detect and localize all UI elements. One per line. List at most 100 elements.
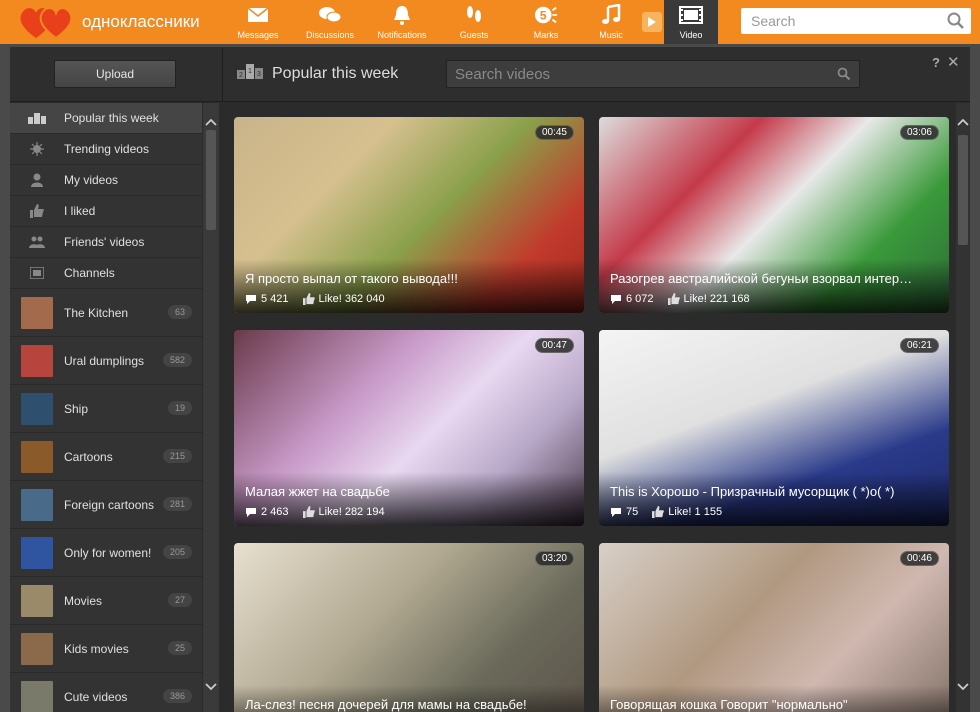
- channel-count-badge: 281: [162, 497, 192, 511]
- svg-text:3: 3: [257, 71, 261, 78]
- video-card[interactable]: 03:06 Разогрев австралийской бегуньи взо…: [599, 117, 949, 313]
- channel-label: Only for women!: [64, 545, 152, 560]
- channel-item[interactable]: Movies 27: [10, 577, 202, 625]
- channel-label: Cute videos: [64, 689, 128, 704]
- likes-stat[interactable]: Like! 362 040: [302, 293, 385, 305]
- likes-stat[interactable]: Like! 282 194: [302, 506, 385, 518]
- thumbs-up-icon: [667, 293, 680, 305]
- close-button[interactable]: ✕: [947, 53, 960, 71]
- chat-icon: [318, 3, 342, 27]
- sidebar: Popular this week Trending videos My vid…: [10, 103, 202, 712]
- sidebar-item-label: Friends' videos: [64, 235, 145, 249]
- upload-button[interactable]: Upload: [54, 60, 176, 88]
- top-bar: одноклассники Messages Discussions Notif…: [0, 0, 980, 44]
- nav-music[interactable]: Music: [582, 0, 640, 44]
- brand-name: одноклассники: [82, 12, 200, 31]
- nav-label: Notifications: [377, 30, 427, 40]
- like-count: Like! 362 040: [318, 293, 385, 305]
- people-icon: [10, 236, 64, 248]
- podium-icon: [10, 112, 64, 124]
- channel-count-badge: 582: [162, 353, 192, 367]
- comments-stat[interactable]: 2 463: [245, 506, 289, 518]
- nav-messages[interactable]: Messages: [222, 0, 294, 44]
- sidebar-item-label: Channels: [64, 266, 115, 280]
- logo[interactable]: одноклассники: [18, 4, 218, 40]
- comments-stat[interactable]: 5 421: [245, 293, 289, 305]
- scroll-down-arrow-icon[interactable]: [957, 680, 969, 694]
- nav-marks[interactable]: 5 Marks: [510, 0, 582, 44]
- video-card[interactable]: 03:20 Ла-слез! песня дочерей для мамы на…: [234, 543, 584, 712]
- likes-stat[interactable]: Like! 221 168: [667, 293, 750, 305]
- channel-thumbnail: [21, 680, 53, 712]
- film-icon: [679, 3, 703, 27]
- channel-item[interactable]: The Kitchen 63: [10, 289, 202, 337]
- nav-label: Messages: [237, 30, 279, 40]
- comments-stat[interactable]: 6 072: [610, 293, 654, 305]
- channel-item[interactable]: Only for women! 205: [10, 529, 202, 577]
- svg-text:1: 1: [248, 68, 252, 75]
- nav-label: Music: [599, 30, 623, 40]
- channel-item[interactable]: Cartoons 215: [10, 433, 202, 481]
- video-card[interactable]: 00:46 Говорящая кошка Говорит "нормально…: [599, 543, 949, 712]
- channel-item[interactable]: Cute videos 386: [10, 673, 202, 712]
- channel-count-badge: 386: [162, 689, 192, 703]
- sidebar-item-popular-this-week[interactable]: Popular this week: [10, 103, 202, 134]
- scroll-down-arrow-icon[interactable]: [205, 680, 217, 694]
- nav-label: Video: [679, 30, 703, 40]
- sun-icon: [10, 142, 64, 156]
- channel-item[interactable]: Ural dumplings 582: [10, 337, 202, 385]
- sidebar-item-i-liked[interactable]: I liked: [10, 196, 202, 227]
- scroll-up-arrow-icon[interactable]: [957, 115, 969, 129]
- video-search-input[interactable]: [447, 61, 827, 87]
- channel-item[interactable]: Foreign cartoons 281: [10, 481, 202, 529]
- comments-stat[interactable]: 75: [610, 506, 638, 518]
- svg-text:2: 2: [239, 72, 243, 79]
- global-search-input[interactable]: [741, 8, 937, 34]
- channel-label: Cartoons: [64, 449, 113, 464]
- main-scroll-thumb[interactable]: [958, 135, 968, 245]
- sidebar-item-trending-videos[interactable]: Trending videos: [10, 134, 202, 165]
- video-title[interactable]: Я просто выпал от такого вывода!!!: [245, 271, 575, 286]
- likes-stat[interactable]: Like! 1 155: [652, 506, 722, 518]
- sidebar-item-label: I liked: [64, 204, 96, 218]
- help-button[interactable]: ?: [932, 55, 940, 70]
- sidebar-item-friends-videos[interactable]: Friends' videos: [10, 227, 202, 258]
- channel-thumbnail: [21, 584, 53, 617]
- thumbs-up-icon: [10, 204, 64, 218]
- nav-discussions[interactable]: Discussions: [294, 0, 366, 44]
- svg-text:5: 5: [540, 9, 547, 23]
- video-title[interactable]: Ла-слез! песня дочерей для мамы на свадь…: [245, 697, 575, 712]
- sidebar-scroll-thumb[interactable]: [206, 130, 216, 230]
- nav-video[interactable]: Video: [664, 0, 718, 44]
- video-grid: 00:45 Я просто выпал от такого вывода!!!…: [222, 103, 956, 712]
- video-title[interactable]: This is Хорошо - Призрачный мусорщик ( *…: [610, 484, 940, 499]
- channel-item[interactable]: Ship 19: [10, 385, 202, 433]
- nav-more-arrow[interactable]: [640, 0, 664, 44]
- video-card[interactable]: 00:45 Я просто выпал от такого вывода!!!…: [234, 117, 584, 313]
- video-card[interactable]: 06:21 This is Хорошо - Призрачный мусорщ…: [599, 330, 949, 526]
- sidebar-item-channels[interactable]: Channels: [10, 258, 202, 289]
- channel-label: Foreign cartoons: [64, 497, 155, 512]
- like-count: Like! 1 155: [668, 506, 723, 518]
- channel-count-badge: 205: [162, 545, 192, 559]
- video-title[interactable]: Говорящая кошка Говорит "нормально": [610, 697, 940, 712]
- channel-thumbnail: [21, 632, 53, 665]
- search-icon[interactable]: [947, 12, 965, 35]
- video-search: [446, 60, 860, 88]
- channel-thumbnail: [21, 392, 53, 425]
- channel-item[interactable]: Kids movies 25: [10, 625, 202, 673]
- channel-count-badge: 27: [167, 593, 192, 607]
- video-title[interactable]: Разогрев австралийской бегуньи взорвал и…: [610, 271, 940, 286]
- divider: [222, 48, 223, 102]
- channel-thumbnail: [21, 536, 53, 569]
- sidebar-item-label: Popular this week: [64, 111, 159, 125]
- video-card[interactable]: 00:47 Малая жжет на свадьбе 2 463 Like! …: [234, 330, 584, 526]
- nav-notifications[interactable]: Notifications: [366, 0, 438, 44]
- nav-label: Discussions: [305, 30, 354, 40]
- search-icon[interactable]: [837, 67, 851, 86]
- channel-label: The Kitchen: [64, 305, 129, 320]
- nav-guests[interactable]: Guests: [438, 0, 510, 44]
- scroll-up-arrow-icon[interactable]: [205, 115, 217, 129]
- video-title[interactable]: Малая жжет на свадьбе: [245, 484, 575, 499]
- sidebar-item-my-videos[interactable]: My videos: [10, 165, 202, 196]
